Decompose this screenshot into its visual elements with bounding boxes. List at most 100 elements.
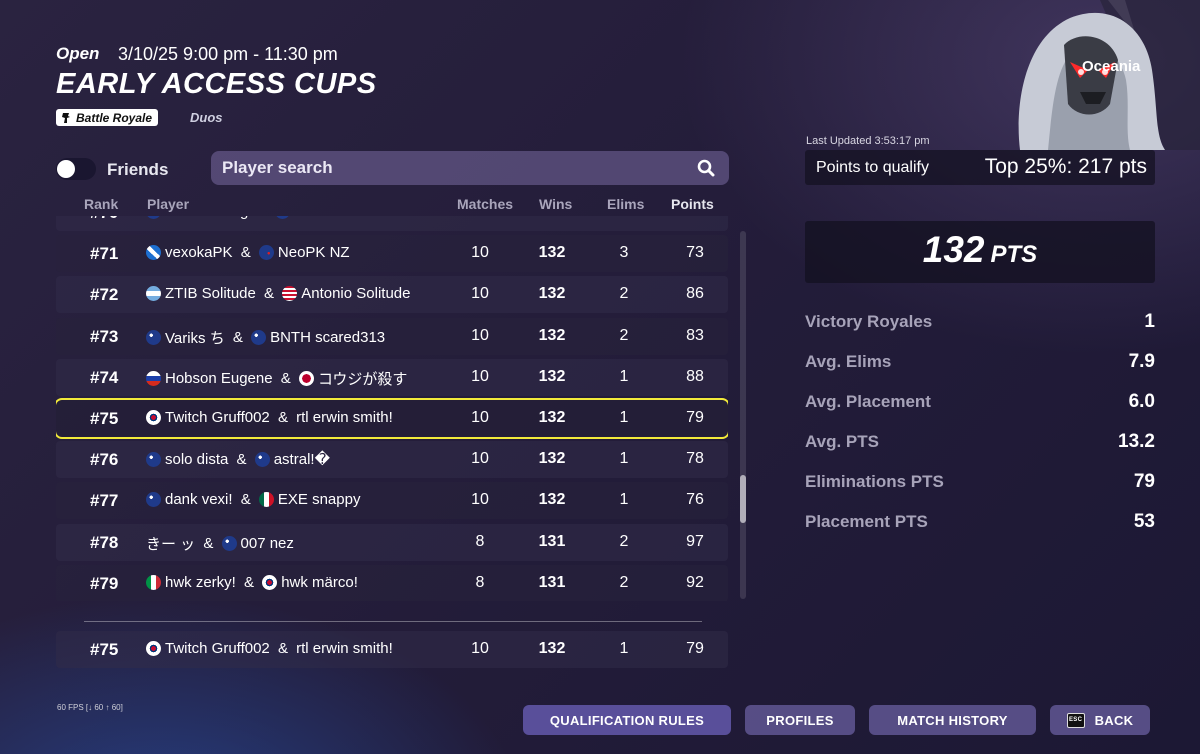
- wins-cell: 132: [538, 285, 566, 303]
- match-history-button[interactable]: MATCH HISTORY: [869, 705, 1036, 735]
- player-separator: &: [273, 640, 293, 657]
- player-1-name[interactable]: Hobson Eugene: [165, 370, 273, 387]
- player-separator: &: [259, 285, 279, 303]
- player-1-name[interactable]: ZTIB Solitude: [165, 285, 256, 302]
- player-2-flag-icon: [221, 535, 237, 551]
- wins-cell: 132: [538, 491, 566, 509]
- player-2-flag-icon: [258, 245, 274, 261]
- table-row[interactable]: #71 vexokaPK & NeoPK NZ 10 132 3 73: [56, 235, 728, 273]
- player-separator: &: [236, 244, 255, 262]
- elims-cell: 1: [619, 450, 629, 468]
- rank-cell: #70: [90, 216, 118, 223]
- player-1-name[interactable]: hwk zerky!: [165, 574, 236, 591]
- table-row-highlighted[interactable]: #75 Twitch Gruff002 & rtl erwin smith! 10 1…: [56, 398, 728, 439]
- player-1-name[interactable]: Twitch Gruff002: [165, 409, 270, 426]
- player-1-name[interactable]: vexokaPK: [165, 244, 233, 261]
- scrollbar-thumb[interactable]: [740, 475, 746, 523]
- player-2-name[interactable]: hwk märco!: [281, 574, 358, 591]
- stat-label-avg-pts: Avg. PTS: [805, 432, 879, 451]
- region-label: Oceania: [1082, 58, 1141, 75]
- player-2-flag-icon: [258, 492, 274, 508]
- player-1-name[interactable]: dank vexi!: [165, 491, 233, 508]
- stat-label-avg-placement: Avg. Placement: [805, 392, 931, 411]
- table-row[interactable]: #77 dank vexi! & EXE snappy 10 132 1 76: [56, 482, 728, 520]
- matches-cell: 10: [471, 244, 489, 262]
- player-separator: &: [273, 409, 293, 426]
- qualify-value: Top 25%: 217 pts: [984, 155, 1147, 178]
- player-cell: きー ッ & 007 nez: [146, 533, 294, 554]
- player-2-name[interactable]: EXE snappy: [278, 491, 361, 508]
- points-cell: 92: [686, 573, 704, 591]
- column-header-rank: Rank: [84, 196, 119, 212]
- points-cell: 79: [686, 640, 704, 657]
- elims-cell: 0: [599, 216, 649, 221]
- back-button[interactable]: ESC BACK: [1050, 705, 1150, 735]
- player-2-flag-icon: [274, 216, 290, 219]
- player-1-name[interactable]: Variks ち: [165, 327, 225, 348]
- player-2-name[interactable]: Hezzaa!: [294, 216, 349, 220]
- total-points-value: 132: [922, 229, 985, 270]
- player-1-name[interactable]: きー ッ: [146, 533, 195, 554]
- player-2-name[interactable]: astral!�: [274, 450, 330, 468]
- stat-value-elimination-pts: 79: [1133, 471, 1155, 492]
- player-1-flag-icon: [146, 574, 161, 590]
- matches-cell: 10: [471, 367, 489, 385]
- table-row[interactable]: #73 Variks ち & BNTH scared313 10 132 2 83: [56, 317, 728, 355]
- total-points-box: 132 PTS: [805, 221, 1155, 283]
- player-2-flag-icon: [254, 451, 270, 467]
- back-label: BACK: [1094, 712, 1134, 728]
- player-2-name[interactable]: BNTH scared313: [270, 329, 385, 346]
- matches-cell: 10: [471, 491, 489, 509]
- friends-toggle[interactable]: [56, 158, 96, 180]
- table-row[interactable]: #70 Twitch ZDog & Hezzaa! 10 133 0 102: [56, 216, 728, 231]
- player-2-flag-icon: [262, 574, 278, 590]
- player-1-name[interactable]: Twitch ZDog: [165, 216, 248, 220]
- player-1-name[interactable]: Twitch Gruff002: [165, 640, 270, 657]
- leaderboard-scrollbar[interactable]: [740, 231, 746, 599]
- column-header-player: Player: [147, 196, 190, 212]
- page-title: EARLY ACCESS CUPS: [56, 68, 377, 100]
- points-to-qualify-box: Points to qualify Top 25%: 217 pts: [805, 150, 1155, 185]
- player-2-name[interactable]: Antonio Solitude: [301, 285, 410, 302]
- qualification-rules-button[interactable]: QUALIFICATION RULES: [523, 705, 731, 735]
- player-cell: ZTIB Solitude & Antonio Solitude: [146, 285, 410, 302]
- elims-cell: 1: [619, 491, 629, 509]
- qualify-label: Points to qualify: [816, 159, 929, 176]
- table-row[interactable]: #74 Hobson Eugene & コウジが殺す 10 132 1 88: [56, 358, 728, 396]
- rank-cell: #76: [90, 450, 119, 470]
- points-cell: 73: [686, 244, 704, 262]
- profiles-button[interactable]: PROFILES: [745, 705, 855, 735]
- own-player-row[interactable]: #75 Twitch Gruff002 & rtl erwin smith! 10 1…: [56, 631, 728, 668]
- points-cell: 97: [686, 532, 704, 550]
- rank-cell: #73: [90, 326, 119, 346]
- table-row[interactable]: #72 ZTIB Solitude & Antonio Solitude 10 132…: [56, 276, 728, 314]
- battle-royale-icon: [62, 112, 70, 123]
- table-row[interactable]: #76 solo dista & astral!� 10 132 1 78: [56, 441, 728, 479]
- mode-badge: Battle Royale: [56, 109, 159, 126]
- player-cell: Twitch Gruff002 & rtl erwin smith!: [146, 640, 393, 657]
- player-2-name[interactable]: NeoPK NZ: [278, 244, 350, 261]
- table-row[interactable]: #78 きー ッ & 007 nez 8 131 2 97: [56, 523, 728, 561]
- matches-cell: 10: [471, 285, 489, 303]
- rank-cell: #75: [90, 409, 119, 428]
- matches-cell: 8: [475, 573, 485, 591]
- player-1-name[interactable]: solo dista: [165, 451, 228, 468]
- player-2-name[interactable]: 007 nez: [241, 535, 294, 552]
- player-cell: Variks ち & BNTH scared313: [146, 327, 385, 348]
- player-2-name[interactable]: rtl erwin smith!: [296, 640, 393, 657]
- rank-cell: #71: [90, 244, 119, 264]
- wins-cell: 131: [538, 573, 566, 591]
- wins-cell: 132: [538, 244, 566, 262]
- table-row[interactable]: #79 hwk zerky! & hwk märco! 8 131 2 92: [56, 564, 728, 601]
- player-search-input[interactable]: Player search: [211, 151, 729, 185]
- matches-cell: 8: [475, 532, 485, 550]
- player-2-name[interactable]: rtl erwin smith!: [296, 409, 393, 426]
- player-1-flag-icon: [146, 641, 161, 656]
- team-size-label: Duos: [190, 110, 223, 125]
- stat-label-victory-royales: Victory Royales: [805, 312, 933, 331]
- search-icon[interactable]: [697, 159, 715, 177]
- player-cell: solo dista & astral!�: [146, 450, 330, 468]
- wins-cell: 131: [538, 532, 566, 550]
- player-2-name[interactable]: コウジが殺す: [318, 368, 407, 389]
- stat-value-avg-placement: 6.0: [1128, 391, 1155, 412]
